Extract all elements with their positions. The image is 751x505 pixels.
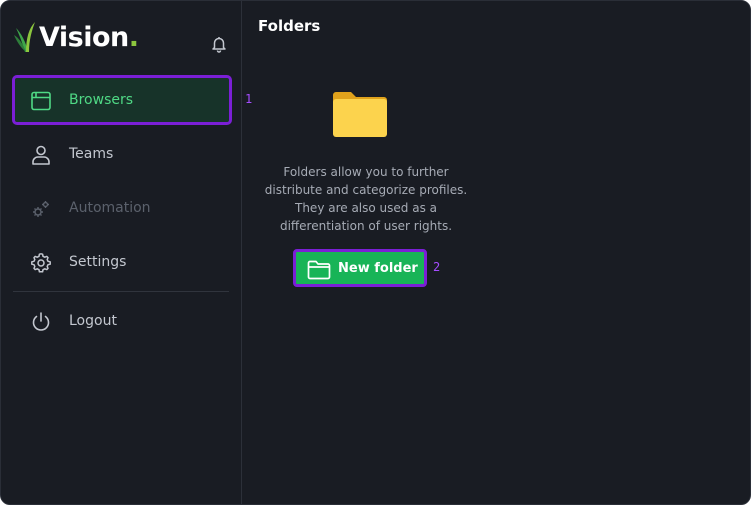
sidebar-item-label: Automation: [69, 200, 151, 216]
notifications-button[interactable]: [210, 35, 228, 53]
sidebar-item-logout[interactable]: Logout: [13, 297, 231, 345]
description-line: distribute and categorize profiles.: [264, 183, 468, 197]
annotation-marker-2: 2: [433, 260, 441, 274]
sidebar-item-label: Settings: [69, 254, 127, 270]
sidebar-item-teams[interactable]: Teams: [13, 130, 231, 178]
sidebar-item-browsers[interactable]: Browsers: [12, 75, 232, 125]
sidebar-divider: [13, 291, 229, 292]
description-line: Folders allow you to further: [283, 165, 449, 179]
brand-name: Vision: [39, 21, 129, 53]
folder-illustration-icon: [333, 92, 387, 137]
brand-dot: .: [128, 21, 140, 53]
page-title: Folders: [258, 17, 321, 35]
sidebar-item-label: Teams: [69, 146, 114, 162]
description-line: They are also used as a: [295, 201, 437, 215]
browser-window-icon: [31, 91, 51, 111]
user-icon: [32, 145, 50, 165]
app-window: Vision. Browsers 1 Teams Automation Sett…: [0, 0, 751, 505]
power-icon: [32, 312, 50, 331]
vision-leaf-icon: [14, 22, 35, 52]
bell-icon: [212, 37, 226, 53]
folders-description: Folders allow you to further distribute …: [256, 163, 476, 235]
sidebar-item-label: Browsers: [69, 92, 134, 108]
logo: Vision.: [13, 19, 139, 55]
new-folder-label: New folder: [338, 260, 418, 276]
description-line: differentiation of user rights.: [279, 219, 453, 233]
sidebar-item-automation[interactable]: Automation: [13, 184, 231, 232]
gears-icon: [33, 201, 49, 217]
sidebar-item-label: Logout: [69, 313, 117, 329]
sidebar-item-settings[interactable]: Settings: [13, 238, 231, 286]
new-folder-button[interactable]: New folder: [293, 249, 427, 287]
folder-icon: [307, 260, 331, 280]
sidebar: Vision. Browsers 1 Teams Automation Sett…: [1, 1, 252, 504]
gear-icon: [31, 253, 51, 273]
annotation-marker-1: 1: [245, 92, 253, 106]
